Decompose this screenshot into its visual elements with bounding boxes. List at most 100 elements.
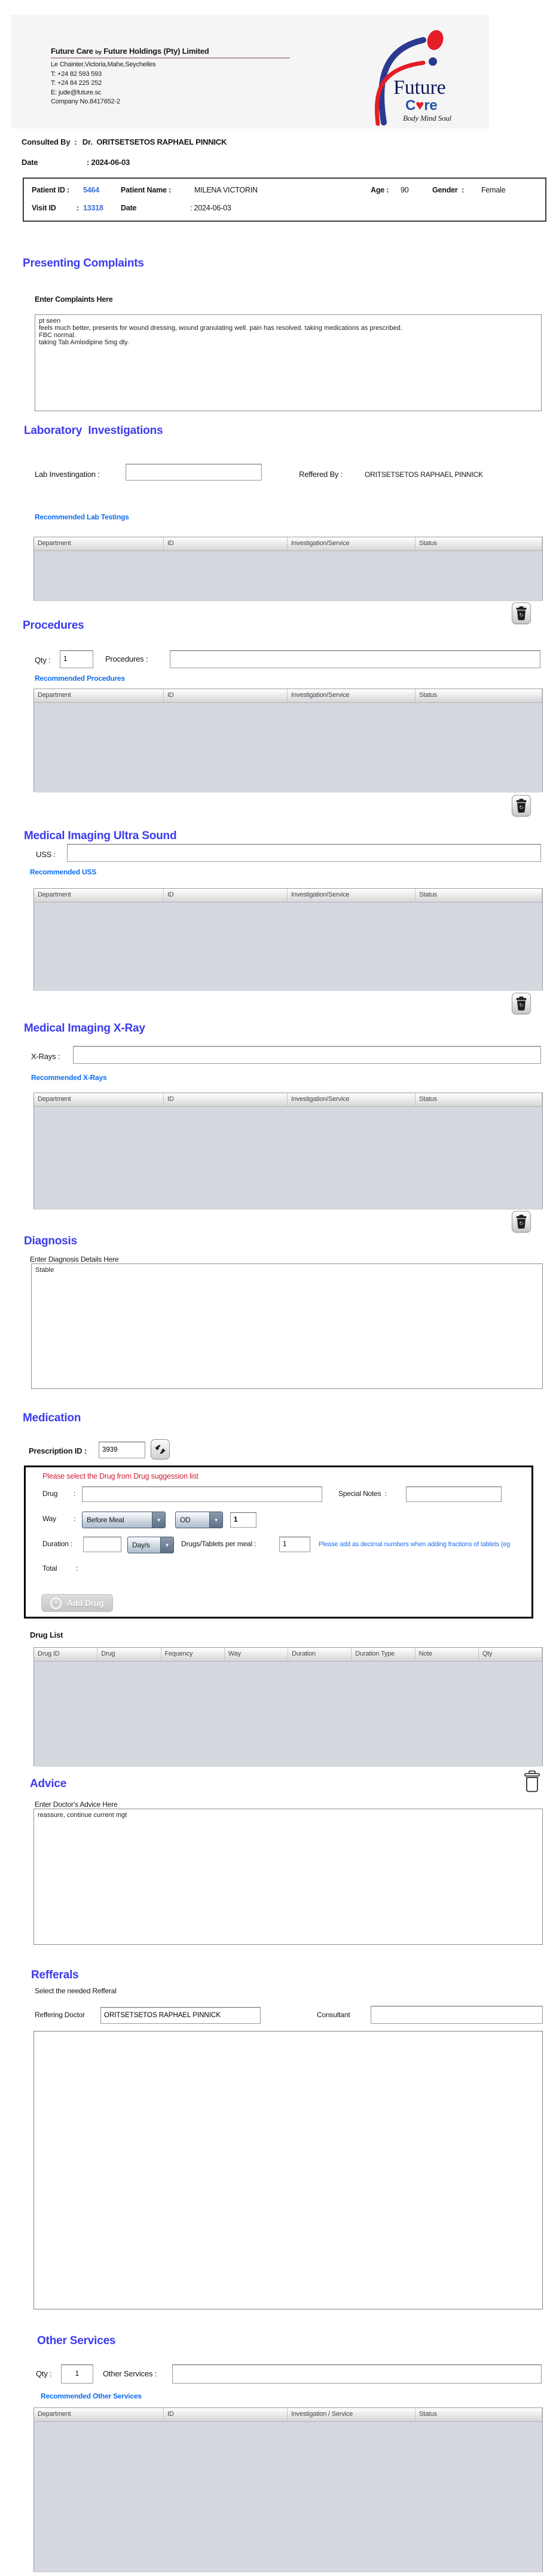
lab-clear-trash-button[interactable]: ↻: [512, 602, 531, 624]
uss-input[interactable]: [67, 844, 541, 862]
lab-table: Department ID Investigation/Service Stat…: [33, 537, 543, 601]
add-drug-button[interactable]: + Add Drug: [41, 1594, 113, 1612]
uss-table-body: [34, 902, 542, 991]
visit-id-colon: :: [77, 204, 79, 212]
patient-id-label: Patient ID :: [32, 186, 69, 194]
recommended-xrays-link[interactable]: Recommended X-Rays: [31, 1073, 107, 1082]
future-care-logo: Future C♥re Body Mind Soul: [374, 30, 452, 126]
svg-text:↻: ↻: [519, 1002, 524, 1008]
col-investigation-service: Investigation / Service: [288, 2408, 416, 2421]
duration-unit-select[interactable]: Day/s ▼: [127, 1537, 174, 1553]
other-services-qty-input[interactable]: [61, 2364, 93, 2384]
svg-text:↻: ↻: [519, 612, 524, 618]
col-id: ID: [164, 2408, 288, 2421]
svg-text:↻: ↻: [519, 1220, 524, 1226]
consultant-input[interactable]: [371, 2006, 543, 2024]
xray-clear-trash-button[interactable]: ↻: [512, 1211, 531, 1232]
col-frequency: Fequency: [161, 1648, 225, 1661]
diagnosis-textarea[interactable]: Stable: [31, 1263, 543, 1389]
times-input[interactable]: [230, 1512, 256, 1528]
advice-textarea[interactable]: reassure, continue current mgt: [33, 1809, 543, 1945]
consultant-label: Consultant: [317, 2011, 350, 2019]
drug-input[interactable]: [82, 1486, 322, 1502]
prescription-id-label: Prescription ID :: [29, 1446, 87, 1455]
referral-list-box[interactable]: [33, 2031, 543, 2309]
consulted-by-label: Consulted By :: [22, 137, 77, 146]
drug-list-label: Drug List: [30, 1630, 63, 1639]
other-services-title: Other Services: [37, 2335, 116, 2347]
uss-label: USS :: [36, 850, 56, 859]
recommended-procedures-link[interactable]: Recommended Procedures: [35, 674, 125, 683]
plus-circle-icon: +: [50, 1597, 62, 1609]
complaints-textarea[interactable]: pt seen feels much better, presents for …: [35, 314, 542, 411]
chevron-down-icon: ▼: [209, 1512, 222, 1528]
consult-date-value: : 2024-06-03: [87, 158, 130, 167]
way-select[interactable]: Before Meal ▼: [82, 1512, 166, 1528]
col-duration-type: Duration Type: [352, 1648, 416, 1661]
col-department: Department: [34, 537, 164, 550]
add-drug-label: Add Drug: [67, 1598, 104, 1608]
diagnosis-title: Diagnosis: [24, 1235, 77, 1247]
col-id: ID: [164, 537, 288, 550]
visit-id-label: Visit ID: [32, 204, 56, 212]
drug-list-table-body: [34, 1662, 542, 1767]
visit-date-label: Date: [121, 204, 137, 212]
lab-investigation-input[interactable]: [126, 464, 262, 481]
procedures-clear-trash-button[interactable]: ↻: [512, 795, 531, 816]
procedures-qty-input[interactable]: [60, 650, 93, 668]
recommended-other-services-link[interactable]: Recommended Other Services: [41, 2392, 142, 2400]
referring-doctor-input[interactable]: [100, 2007, 261, 2024]
trash-icon: ↻: [516, 606, 527, 620]
per-meal-label: Drugs/Tablets per meal :: [181, 1540, 256, 1548]
logo-text-care: C♥re: [405, 97, 438, 114]
xray-input[interactable]: [73, 1046, 541, 1064]
chevron-down-icon: ▼: [160, 1537, 173, 1553]
duration-label: Duration :: [42, 1540, 73, 1548]
xray-table: Department ID Investigation/Service Stat…: [33, 1093, 543, 1210]
other-services-input-label: Other Services :: [103, 2369, 157, 2378]
recommended-lab-testings-link[interactable]: Recommended Lab Testings: [35, 513, 129, 521]
col-department: Department: [34, 2408, 164, 2421]
special-notes-label: Special Notes :: [338, 1489, 387, 1498]
col-way: Way: [225, 1648, 288, 1661]
duration-input[interactable]: [83, 1537, 121, 1552]
special-notes-input[interactable]: [406, 1486, 502, 1502]
duration-unit-value: Day/s: [132, 1541, 150, 1549]
patient-name-label: Patient Name :: [121, 186, 172, 194]
refresh-icon: [154, 1445, 166, 1454]
col-qty: Qty: [479, 1648, 542, 1661]
per-meal-input[interactable]: [279, 1537, 310, 1552]
col-id: ID: [164, 1093, 288, 1106]
prescription-id-input[interactable]: [99, 1442, 145, 1458]
way-colon: :: [74, 1515, 76, 1523]
procedures-table-body: [34, 703, 542, 793]
other-services-input[interactable]: [172, 2364, 542, 2384]
col-drug-id: Drug ID: [34, 1648, 98, 1661]
other-services-table-header: Department ID Investigation / Service St…: [34, 2408, 542, 2422]
patient-name-value: MILENA VICTORIN: [194, 186, 258, 194]
way-label: Way: [42, 1515, 56, 1523]
uss-table: Department ID Investigation/Service Stat…: [33, 888, 543, 991]
prescription-refresh-button[interactable]: [151, 1439, 170, 1460]
recommended-uss-link[interactable]: Recommended USS: [30, 868, 96, 876]
other-services-table: Department ID Investigation / Service St…: [33, 2407, 543, 2572]
procedures-input[interactable]: [170, 650, 540, 668]
letterhead-divider: [51, 57, 290, 59]
uss-table-header: Department ID Investigation/Service Stat…: [34, 889, 542, 902]
trash-icon: ↻: [516, 1214, 527, 1229]
col-department: Department: [34, 689, 164, 702]
patient-age-label: Age :: [371, 186, 389, 194]
frequency-select[interactable]: OD ▼: [175, 1512, 223, 1528]
col-status: Status: [416, 689, 542, 702]
uss-clear-trash-button[interactable]: ↻: [512, 993, 531, 1014]
col-status: Status: [416, 1093, 542, 1106]
patient-age-value: 90: [401, 186, 409, 194]
chevron-down-icon: ▼: [152, 1512, 165, 1528]
procedures-input-label: Procedures :: [105, 654, 148, 663]
advice-title: Advice: [30, 1777, 67, 1790]
advice-clear-trash-button[interactable]: [521, 1769, 543, 1795]
trash-icon: ↻: [516, 996, 527, 1011]
procedures-table-header: Department ID Investigation/Service Stat…: [34, 689, 542, 703]
lab-table-body: [34, 551, 542, 601]
col-duration: Duration: [288, 1648, 352, 1661]
